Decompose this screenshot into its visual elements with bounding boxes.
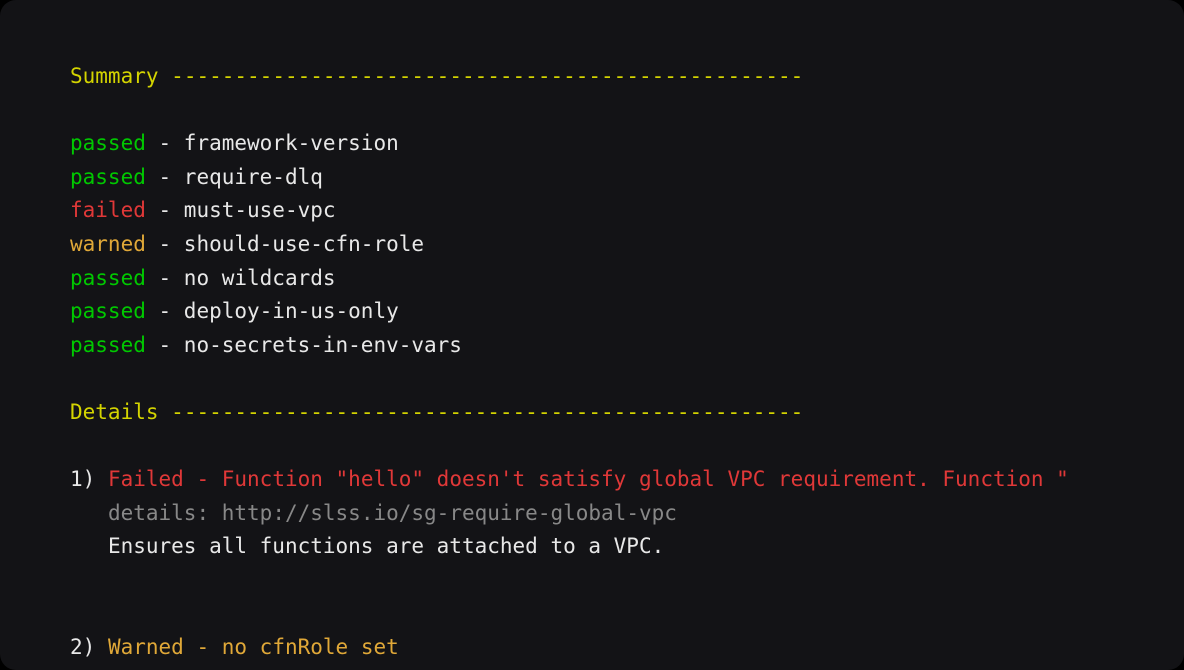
detail-status-0: Failed xyxy=(108,467,184,491)
summary-name-5: deploy-in-us-only xyxy=(184,299,399,323)
summary-status-2: failed xyxy=(70,198,146,222)
summary-header: Summary xyxy=(70,64,159,88)
terminal-output: Summary --------------------------------… xyxy=(0,0,1184,670)
summary-dashes xyxy=(159,64,172,88)
details-dashes: ----------------------------------------… xyxy=(171,400,803,424)
summary-name-0: framework-version xyxy=(184,131,399,155)
summary-name-3: should-use-cfn-role xyxy=(184,232,424,256)
detail-message-1: - no cfnRole set xyxy=(184,635,399,659)
summary-name-2: must-use-vpc xyxy=(184,198,336,222)
summary-status-4: passed xyxy=(70,266,146,290)
detail-status-1: Warned xyxy=(108,635,184,659)
summary-status-6: passed xyxy=(70,333,146,357)
detail-message-0: - Function "hello" doesn't satisfy globa… xyxy=(184,467,1069,491)
summary-status-0: passed xyxy=(70,131,146,155)
summary-status-1: passed xyxy=(70,165,146,189)
detail-number-1: 2) xyxy=(70,635,95,659)
detail-details-label-0: details: xyxy=(108,501,209,525)
details-header: Details xyxy=(70,400,159,424)
summary-status-5: passed xyxy=(70,299,146,323)
summary-status-3: warned xyxy=(70,232,146,256)
detail-number-0: 1) xyxy=(70,467,95,491)
detail-url-0: http://slss.io/sg-require-global-vpc xyxy=(222,501,677,525)
detail-description-0: Ensures all functions are attached to a … xyxy=(108,534,664,558)
summary-name-4: no wildcards xyxy=(184,266,336,290)
summary-name-1: require-dlq xyxy=(184,165,323,189)
summary-name-6: no-secrets-in-env-vars xyxy=(184,333,462,357)
